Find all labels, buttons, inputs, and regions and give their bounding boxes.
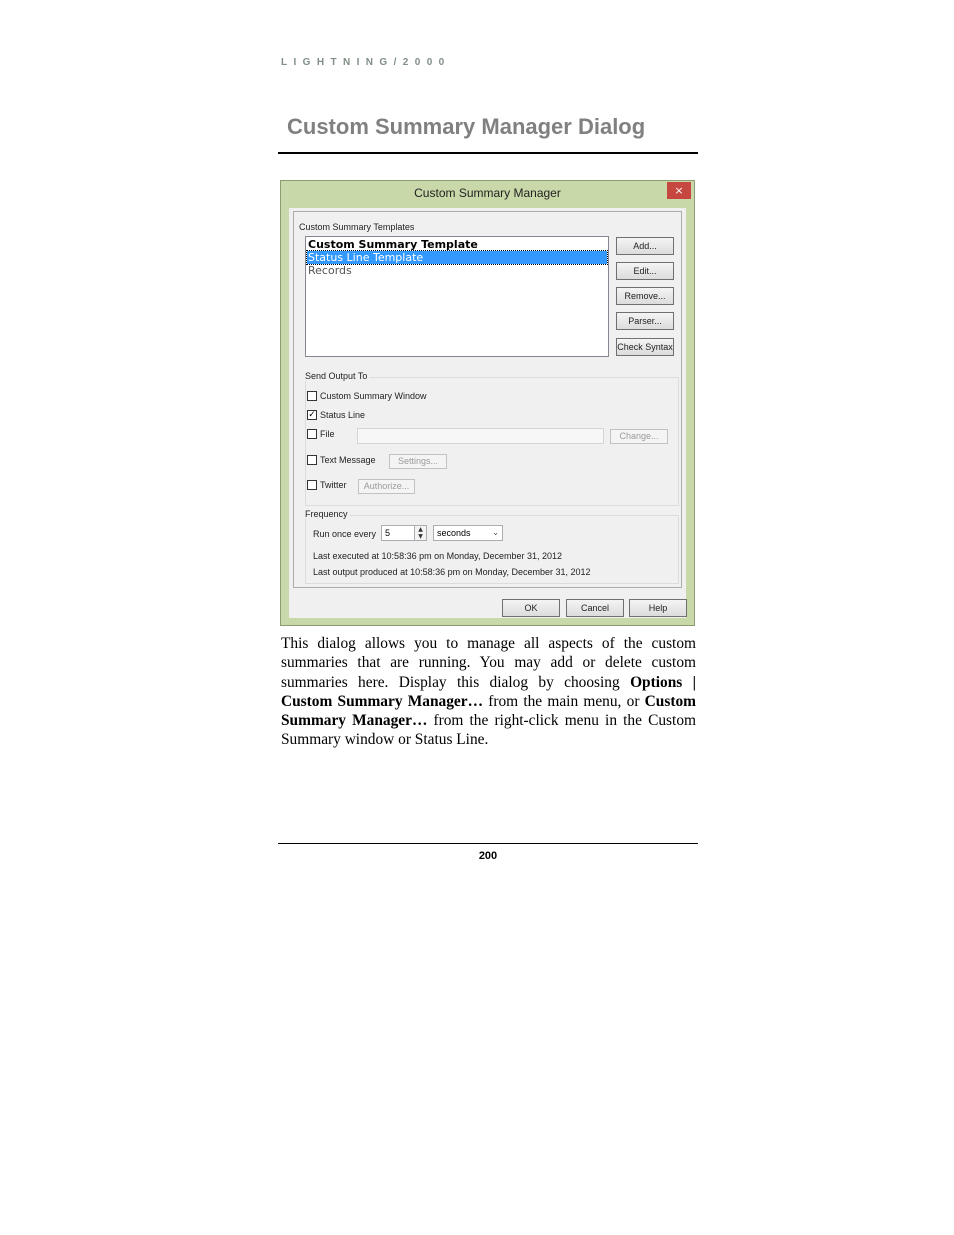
custom-summary-window-checkbox[interactable] <box>307 391 317 401</box>
text-message-checkbox[interactable] <box>307 455 317 465</box>
change-button[interactable]: Change... <box>610 429 668 444</box>
last-executed-text: Last executed at 10:58:36 pm on Monday, … <box>313 551 562 561</box>
file-path-input[interactable] <box>357 428 604 444</box>
frequency-label: Frequency <box>303 509 350 519</box>
file-label: File <box>320 429 335 439</box>
interval-unit-select[interactable]: seconds ⌄ <box>433 525 503 541</box>
parser-button[interactable]: Parser... <box>616 312 674 330</box>
list-item[interactable]: Records <box>308 264 352 277</box>
templates-label: Custom Summary Templates <box>299 222 415 232</box>
ok-button[interactable]: OK <box>502 599 560 617</box>
file-checkbox[interactable] <box>307 429 317 439</box>
help-button[interactable]: Help <box>629 599 687 617</box>
chevron-down-icon: ⌄ <box>492 528 499 537</box>
list-item-selected[interactable]: Status Line Template <box>306 250 608 265</box>
custom-summary-window-label: Custom Summary Window <box>320 391 427 401</box>
run-once-every-label: Run once every <box>313 529 377 539</box>
text-message-label: Text Message <box>320 455 376 465</box>
dialog-title: Custom Summary Manager <box>414 186 561 200</box>
authorize-button[interactable]: Authorize... <box>358 479 415 494</box>
cancel-button[interactable]: Cancel <box>566 599 624 617</box>
page-number: 200 <box>478 850 498 862</box>
checkmark-icon: ✓ <box>308 410 316 420</box>
settings-button[interactable]: Settings... <box>389 454 447 469</box>
unit-value: seconds <box>437 528 471 538</box>
last-output-text: Last output produced at 10:58:36 pm on M… <box>313 567 591 577</box>
spinner-arrows-icon: ▲ ▼ <box>418 526 423 540</box>
close-button[interactable]: × <box>667 182 691 199</box>
interval-spinner[interactable]: ▲ ▼ <box>415 525 427 541</box>
body-paragraph: This dialog allows you to manage all asp… <box>281 634 696 750</box>
check-syntax-button[interactable]: Check Syntax <box>616 338 674 356</box>
add-button[interactable]: Add... <box>616 237 674 255</box>
status-line-label: Status Line <box>320 410 366 420</box>
list-item[interactable]: Custom Summary Template <box>308 238 478 251</box>
close-icon: × <box>674 184 684 197</box>
section-title: Custom Summary Manager Dialog <box>287 114 646 139</box>
footer-rule <box>278 843 698 844</box>
running-header: LIGHTNING/2000 <box>281 57 451 68</box>
twitter-label: Twitter <box>320 480 347 490</box>
body-text-2: from the main menu, or <box>482 692 645 710</box>
custom-summary-manager-dialog: Custom Summary Manager × Custom Summary … <box>280 180 695 626</box>
title-rule <box>278 152 698 154</box>
dialog-client-area: Custom Summary Templates Custom Summary … <box>289 208 687 618</box>
edit-button[interactable]: Edit... <box>616 262 674 280</box>
remove-button[interactable]: Remove... <box>616 287 674 305</box>
twitter-checkbox[interactable] <box>307 480 317 490</box>
interval-input[interactable]: 5 <box>381 525 415 541</box>
templates-listbox[interactable]: Custom Summary Template Status Line Temp… <box>305 236 609 357</box>
status-line-checkbox[interactable]: ✓ <box>307 410 317 420</box>
dialog-inner-frame: Custom Summary Templates Custom Summary … <box>293 211 682 588</box>
send-output-label: Send Output To <box>303 371 370 381</box>
